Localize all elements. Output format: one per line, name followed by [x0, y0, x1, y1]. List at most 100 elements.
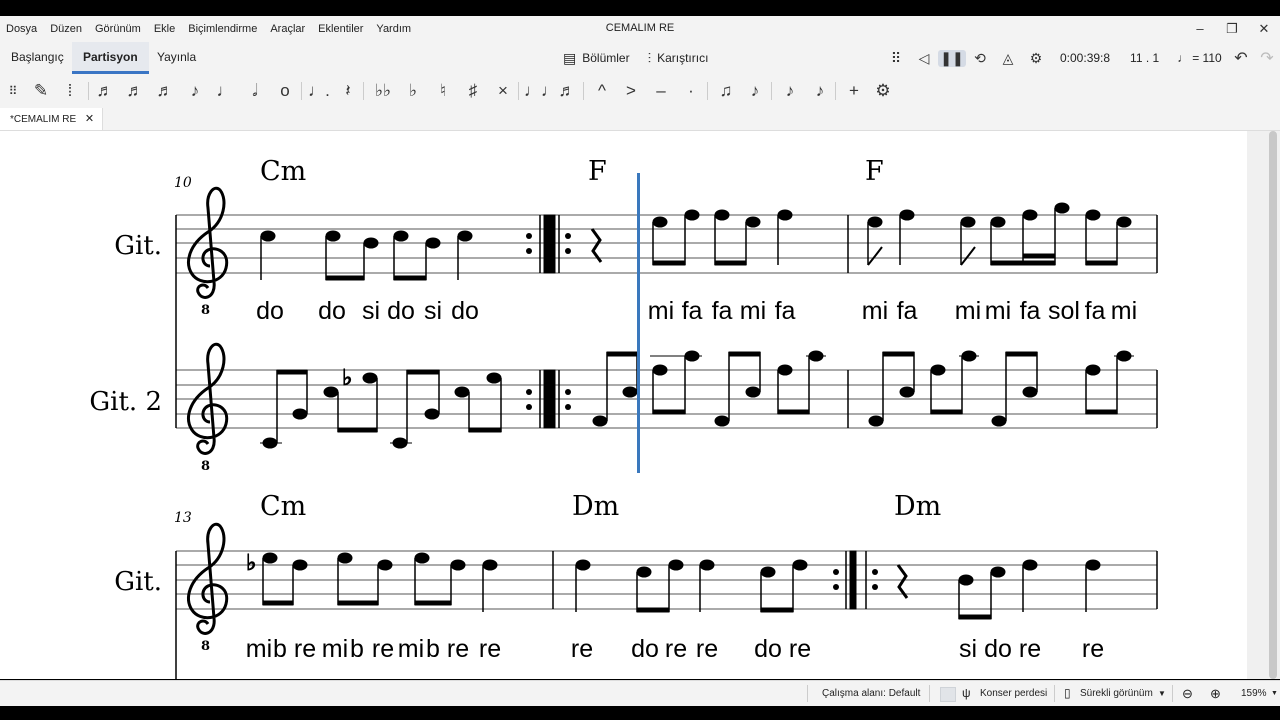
augmentation-dot-icon[interactable]: ♩.	[306, 74, 332, 108]
eighth-note-icon[interactable]: ♪	[182, 74, 208, 108]
slur-icon[interactable]: ♬	[554, 74, 580, 108]
svg-text:do: do	[984, 635, 1012, 663]
toolbar-settings-icon[interactable]: ⚙	[870, 74, 896, 108]
svg-text:mi: mi	[955, 297, 981, 325]
close-tab-icon[interactable]: ✕	[85, 113, 94, 125]
menu-plugins[interactable]: Eklentiler	[318, 23, 363, 35]
svg-text:♭: ♭	[246, 551, 256, 576]
parts-button[interactable]: ▤ Bölümler	[563, 50, 630, 67]
svg-text:do: do	[631, 635, 659, 663]
chord-symbol[interactable]: F	[588, 156, 607, 187]
16th-note-icon[interactable]: ♬	[152, 74, 178, 108]
status-divider	[807, 685, 808, 702]
tuplet-icon[interactable]: ♫	[713, 74, 739, 108]
score-canvas[interactable]: 8 10 Cm F F Git. Git. 2	[0, 131, 1247, 679]
marcato-icon[interactable]: ^	[589, 74, 615, 108]
flat-icon[interactable]: ♭	[400, 74, 426, 108]
zoom-level[interactable]: 159%	[1241, 681, 1267, 706]
menu-edit[interactable]: Düzen	[50, 23, 82, 35]
playback-settings-icon[interactable]: ⚙	[1022, 50, 1050, 67]
document-tab-label: *CEMALIM RE	[10, 114, 77, 125]
half-note-icon[interactable]: 𝅗𝅥	[242, 74, 268, 108]
instrument-name[interactable]: Git.	[114, 567, 162, 597]
chord-symbol[interactable]: Cm	[260, 156, 306, 187]
minimize-icon[interactable]: –	[1184, 16, 1216, 42]
chord-symbol[interactable]: Dm	[894, 491, 941, 522]
workspace-selector[interactable]: Çalışma alanı: Default	[822, 681, 920, 706]
zoom-in-icon[interactable]: ⊕	[1210, 681, 1221, 706]
drag-handle-icon[interactable]: ⠿	[882, 50, 910, 67]
instrument-name[interactable]: Git.	[114, 231, 162, 261]
sharp-icon[interactable]: ♯	[460, 74, 486, 108]
double-flat-icon[interactable]: ♭♭	[370, 74, 396, 108]
menu-file[interactable]: Dosya	[6, 23, 37, 35]
metronome-icon[interactable]: ◬	[994, 50, 1022, 67]
treble-clef-8vb	[187, 522, 229, 656]
restore-icon[interactable]: ❐	[1216, 16, 1248, 42]
tuning-fork-icon: ψ	[962, 686, 971, 700]
rest-icon[interactable]: 𝄽	[335, 74, 361, 108]
vertical-scrollbar[interactable]	[1247, 131, 1280, 679]
whole-note-icon[interactable]: o	[272, 74, 298, 108]
mixer-button[interactable]: ⫶ Karıştırıcı	[648, 50, 709, 67]
zoom-out-icon[interactable]: ⊖	[1182, 681, 1193, 706]
svg-text:mi: mi	[985, 297, 1011, 325]
staccato-icon[interactable]: ·	[678, 74, 704, 108]
menu-bar: Dosya Düzen Görünüm Ekle Biçimlendirme A…	[0, 16, 1280, 42]
lyrics-staff-3[interactable]: mi b re mi b re mi b re re re do re re d…	[246, 635, 1104, 663]
chord-symbol[interactable]: Dm	[572, 491, 619, 522]
svg-text:do: do	[256, 297, 284, 325]
voice-1-icon[interactable]: ♪	[777, 74, 803, 108]
concert-pitch-label[interactable]: Konser perdesi	[980, 681, 1047, 706]
menu-help[interactable]: Yardım	[376, 23, 411, 35]
loop-icon[interactable]: ⟲	[966, 50, 994, 67]
add-icon[interactable]: +	[841, 74, 867, 108]
svg-text:re: re	[1019, 635, 1041, 663]
chevron-down-icon[interactable]: ▼	[1271, 681, 1278, 706]
svg-text:fa: fa	[775, 297, 796, 325]
quarter-note-icon[interactable]: ♩	[212, 74, 238, 108]
accent-icon[interactable]: >	[618, 74, 644, 108]
drag-handle-icon[interactable]: ⠿	[0, 74, 26, 108]
menu-format[interactable]: Biçimlendirme	[188, 23, 257, 35]
close-window-icon[interactable]: ✕	[1248, 16, 1280, 42]
redo-icon[interactable]: ↷	[1254, 48, 1280, 68]
svg-text:re: re	[696, 635, 718, 663]
undo-icon[interactable]: ↶	[1228, 48, 1254, 68]
svg-text:sol: sol	[1048, 297, 1080, 325]
instrument-name[interactable]: Git. 2	[89, 387, 162, 417]
32nd-note-icon[interactable]: ♬	[122, 74, 148, 108]
mixer-icon: ⫶	[647, 49, 652, 66]
tab-publish[interactable]: Yayınla	[146, 42, 207, 74]
chord-symbol[interactable]: F	[865, 156, 884, 187]
pencil-icon[interactable]: ✎	[28, 74, 54, 108]
view-mode-selector[interactable]: Sürekli görünüm	[1080, 681, 1153, 706]
64th-note-icon[interactable]: ♬	[92, 74, 118, 108]
natural-icon[interactable]: ♮	[430, 74, 456, 108]
flip-direction-icon[interactable]: ♪	[742, 74, 768, 108]
menu-tools[interactable]: Araçlar	[270, 23, 305, 35]
lyrics-staff-1[interactable]: do do si do si do mi fa fa mi fa mi fa m…	[256, 297, 1137, 325]
chevron-down-icon[interactable]: ▼	[1158, 681, 1166, 706]
tenuto-icon[interactable]: –	[648, 74, 674, 108]
scrollbar-thumb[interactable]	[1269, 131, 1277, 679]
toolbar-divider	[518, 82, 519, 100]
treble-clef-8vb	[187, 186, 229, 320]
tie-icon[interactable]: ♩♩	[524, 74, 558, 108]
menu-add[interactable]: Ekle	[154, 23, 175, 35]
chord-symbol[interactable]: Cm	[260, 491, 306, 522]
voice-2-icon[interactable]: ♪	[807, 74, 833, 108]
score-svg: 8 10 Cm F F Git. Git. 2	[89, 156, 1158, 679]
tempo-value: = 110	[1192, 51, 1222, 65]
svg-text:mi: mi	[398, 635, 424, 663]
menu-view[interactable]: Görünüm	[95, 23, 141, 35]
concert-pitch-checkbox[interactable]	[940, 687, 956, 702]
tab-home[interactable]: Başlangıç	[0, 42, 75, 74]
document-tab[interactable]: *CEMALIM RE ✕	[0, 108, 104, 130]
double-sharp-icon[interactable]: ×	[490, 74, 516, 108]
pause-icon[interactable]: ❚❚	[938, 49, 966, 67]
rewind-icon[interactable]: ◁	[910, 50, 938, 67]
svg-text:do: do	[318, 297, 346, 325]
note-input-icon[interactable]: ⁞	[57, 74, 83, 108]
tab-score[interactable]: Partisyon	[72, 42, 149, 74]
